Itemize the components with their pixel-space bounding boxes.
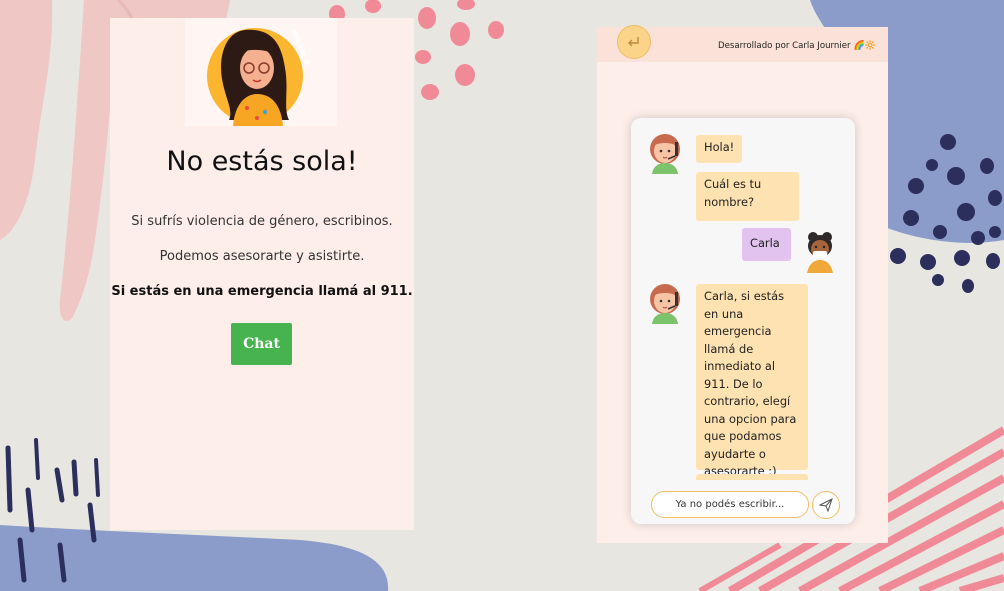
page-title: No estás sola!: [166, 146, 358, 177]
bot-message: Cuál es tu nombre?: [696, 172, 799, 221]
user-message: Carla: [742, 228, 791, 261]
chat-header: Desarrollado por Carla Journier 🌈🔆: [597, 25, 888, 62]
woman-avatar-illustration: [185, 18, 337, 126]
paper-plane-icon: [819, 498, 833, 512]
chat-button[interactable]: Chat: [231, 323, 292, 365]
rainbow-sparkle-icon: 🌈🔆: [853, 41, 876, 51]
developer-credit: Desarrollado por Carla Journier 🌈🔆: [718, 41, 876, 51]
description-line-violence: Si sufrís violencia de género, escribino…: [131, 214, 393, 229]
return-arrow-icon: [628, 37, 639, 47]
back-button[interactable]: [617, 25, 651, 59]
bot-message: Carla, si estás en una emergencia llamá …: [696, 284, 808, 478]
bot-message: Hola!: [696, 135, 742, 163]
welcome-card: No estás sola! Si sufrís violencia de gé…: [110, 18, 414, 530]
bot-avatar: [647, 132, 683, 174]
chat-panel: Desarrollado por Carla Journier 🌈🔆 Hola! …: [597, 25, 888, 543]
send-button[interactable]: [812, 491, 840, 519]
user-avatar: [803, 231, 837, 273]
bot-avatar: [647, 282, 683, 324]
bot-message-partial: [696, 474, 808, 480]
description-line-support: Podemos asesorarte y asistirte.: [159, 249, 365, 264]
emergency-notice: Si estás en una emergencia llamá al 911.: [111, 284, 413, 299]
message-input[interactable]: Ya no podés escribir...: [651, 491, 809, 518]
developer-credit-text: Desarrollado por Carla Journier: [718, 41, 851, 51]
chat-window[interactable]: Hola! Cuál es tu nombre? Carla Carla, si…: [631, 118, 855, 524]
